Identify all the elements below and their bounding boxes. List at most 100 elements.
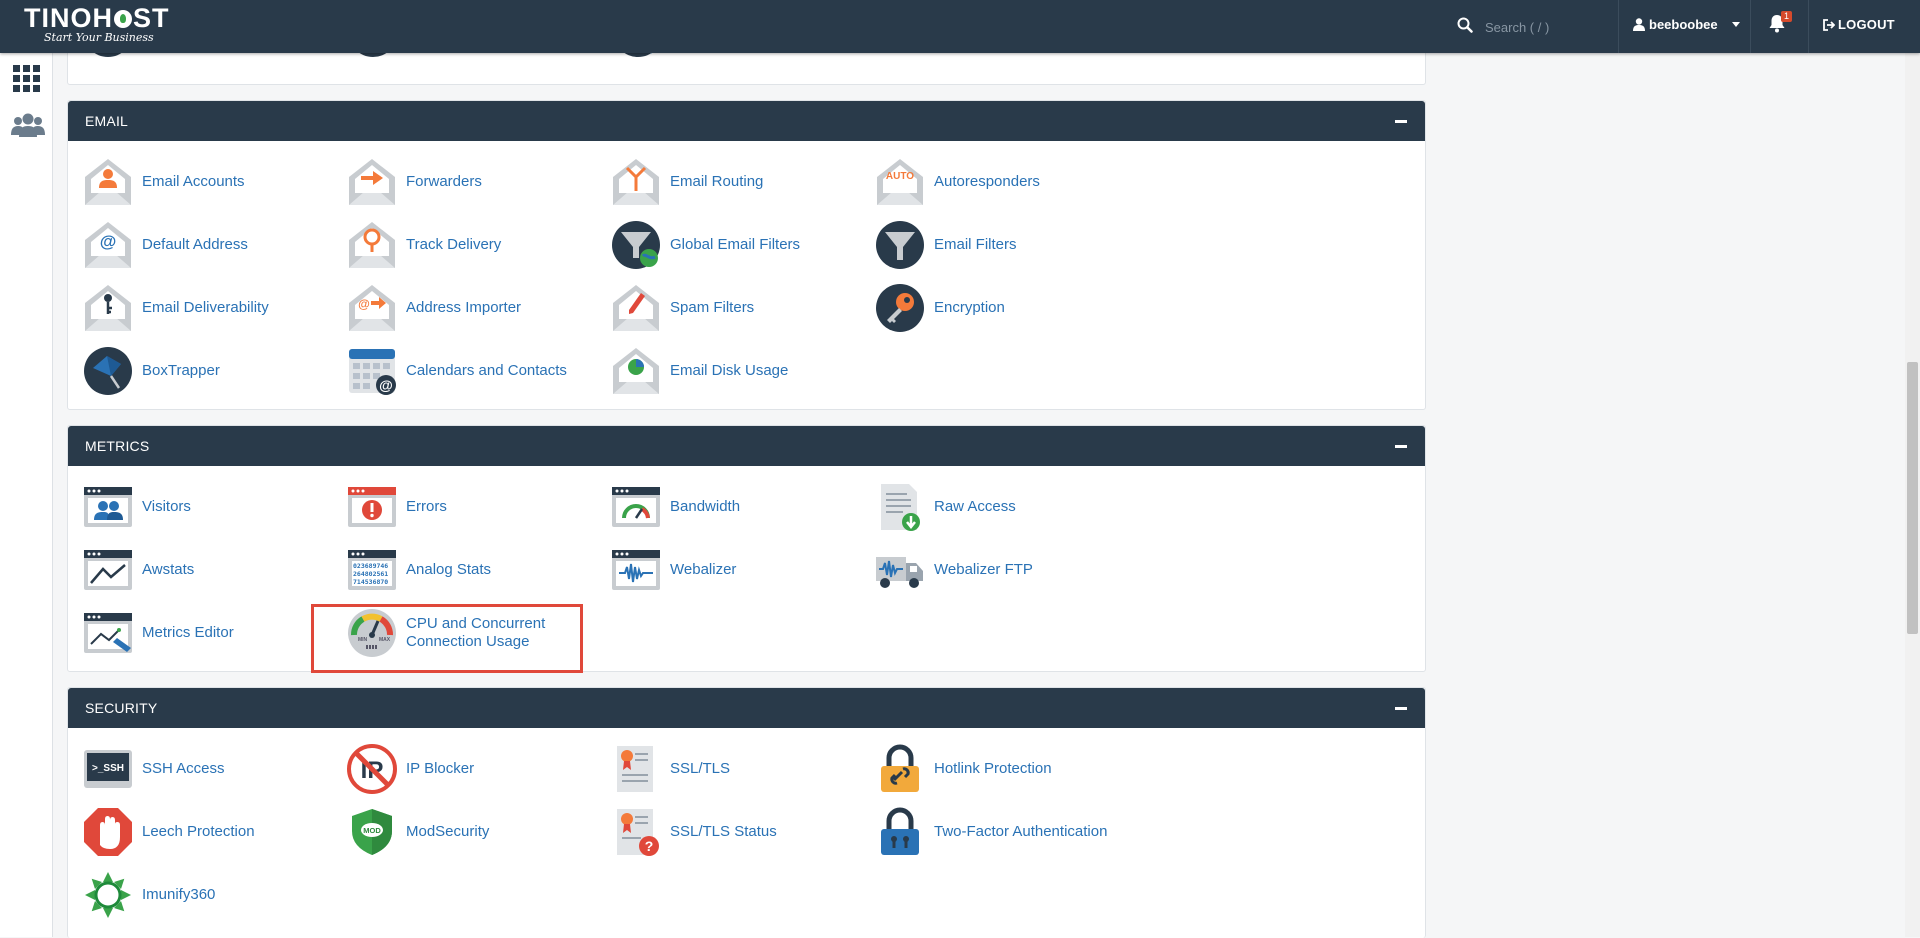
- hotlink-protection-link[interactable]: Hotlink Protection: [875, 744, 1135, 794]
- bandwidth-link[interactable]: Bandwidth: [611, 482, 871, 532]
- username: beeboobee: [1649, 17, 1718, 32]
- terminal-icon: >_SSH: [84, 750, 132, 788]
- two-factor-auth-link[interactable]: Two-Factor Authentication: [875, 807, 1135, 857]
- spam-filters-icon: [613, 285, 659, 331]
- ssl-tls-status-link[interactable]: ? SSL/TLS Status: [611, 807, 871, 857]
- ftp-truck-icon: [876, 557, 923, 588]
- forwarders-link[interactable]: Forwarders: [347, 157, 607, 207]
- collapse-icon[interactable]: [1395, 445, 1407, 448]
- errors-link[interactable]: Errors: [347, 482, 607, 532]
- user-icon: [1633, 18, 1645, 31]
- panel-title: METRICS: [85, 438, 150, 454]
- email-routing-link[interactable]: Email Routing: [611, 157, 871, 207]
- track-delivery-link[interactable]: Track Delivery: [347, 220, 607, 270]
- imunify360-link[interactable]: Imunify360: [83, 870, 343, 920]
- svg-text:>_SSH: >_SSH: [92, 763, 124, 774]
- leech-protection-link[interactable]: Leech Protection: [83, 807, 343, 857]
- webalizer-icon: [612, 550, 660, 590]
- svg-text:AUTO: AUTO: [886, 171, 914, 182]
- boxtrapper-link[interactable]: BoxTrapper: [83, 346, 343, 396]
- padlock-icon: [881, 807, 919, 855]
- raw-access-icon: [881, 484, 920, 531]
- address-importer-icon: @: [349, 285, 395, 331]
- bandwidth-icon: [612, 487, 660, 527]
- top-navbar: TINOHST Start Your Business beeboobee 1 …: [0, 0, 1920, 53]
- svg-text:023689746: 023689746: [353, 562, 388, 570]
- email-deliverability-icon: [85, 285, 131, 331]
- analog-stats-icon: 023689746264802561714536870: [348, 550, 396, 590]
- webalizer-ftp-link[interactable]: Webalizer FTP: [875, 545, 1135, 595]
- default-address-link[interactable]: @ Default Address: [83, 220, 343, 270]
- encryption-link[interactable]: Encryption: [875, 283, 1135, 333]
- visitors-link[interactable]: Visitors: [83, 482, 343, 532]
- analog-stats-link[interactable]: 023689746 264802561 714536870 Analog Stats: [347, 545, 607, 595]
- svg-text:@: @: [379, 377, 393, 393]
- user-menu[interactable]: beeboobee: [1633, 17, 1740, 32]
- svg-text:@: @: [358, 297, 370, 311]
- email-disk-usage-link[interactable]: Email Disk Usage: [611, 346, 871, 396]
- autoresponders-link[interactable]: AUTO Autoresponders: [875, 157, 1135, 207]
- track-delivery-icon: [349, 222, 395, 268]
- default-address-icon: @: [85, 222, 131, 268]
- spam-filters-link[interactable]: Spam Filters: [611, 283, 871, 333]
- awstats-icon: [84, 550, 132, 590]
- logo-tagline: Start Your Business: [44, 31, 154, 44]
- email-deliverability-link[interactable]: Email Deliverability: [83, 283, 343, 333]
- logo-wordmark: TINOH ST: [24, 3, 170, 33]
- awstats-link[interactable]: Awstats: [83, 545, 343, 595]
- logout-button[interactable]: LOGOUT: [1822, 17, 1895, 32]
- errors-icon: [348, 487, 396, 527]
- search-input[interactable]: [1483, 15, 1617, 39]
- email-routing-icon: [613, 159, 659, 205]
- search-icon: [1457, 17, 1473, 33]
- key-icon: [876, 284, 924, 332]
- address-importer-link[interactable]: @ Address Importer: [347, 283, 607, 333]
- svg-text:@: @: [100, 232, 117, 251]
- calendars-contacts-link[interactable]: @ Calendars and Contacts: [347, 346, 607, 396]
- global-filter-icon: [612, 221, 660, 269]
- notification-badge: 1: [1781, 11, 1793, 22]
- stop-hand-icon: [84, 808, 132, 856]
- email-accounts-icon: [85, 159, 131, 205]
- email-disk-usage-icon: [613, 348, 659, 394]
- grid-icon[interactable]: [12, 63, 42, 93]
- email-panel-header[interactable]: EMAIL: [68, 101, 1425, 141]
- security-panel-header[interactable]: SECURITY: [68, 688, 1425, 728]
- global-email-filters-link[interactable]: Global Email Filters: [611, 220, 871, 270]
- visitors-icon: [84, 487, 132, 527]
- logout-icon: [1823, 18, 1835, 31]
- panel-title: EMAIL: [85, 113, 129, 129]
- ip-blocker-link[interactable]: IP IP Blocker: [347, 744, 607, 794]
- padlock-link-icon: [881, 744, 919, 792]
- autoresponders-icon: AUTO: [877, 159, 923, 205]
- metrics-panel-header[interactable]: METRICS: [68, 426, 1425, 466]
- boxtrapper-icon: [84, 347, 132, 395]
- ip-blocker-icon: IP: [347, 744, 397, 794]
- imunify-icon: [85, 872, 131, 918]
- ssl-tls-link[interactable]: SSL/TLS: [611, 744, 871, 794]
- modsecurity-link[interactable]: MOD ModSecurity: [347, 807, 607, 857]
- raw-access-link[interactable]: Raw Access: [875, 482, 1135, 532]
- divider: [1808, 0, 1809, 53]
- search-box[interactable]: [1455, 15, 1617, 39]
- collapse-icon[interactable]: [1395, 120, 1407, 123]
- svg-text:MOD: MOD: [363, 826, 381, 835]
- calendar-icon: @: [349, 349, 396, 395]
- users-icon[interactable]: [10, 111, 46, 141]
- ssh-access-link[interactable]: >_SSH SSH Access: [83, 744, 343, 794]
- filter-icon: [876, 221, 924, 269]
- highlight-box: [311, 604, 583, 673]
- email-filters-link[interactable]: Email Filters: [875, 220, 1135, 270]
- svg-text:?: ?: [645, 838, 654, 854]
- collapse-icon[interactable]: [1395, 707, 1407, 710]
- scrollbar-thumb[interactable]: [1907, 362, 1918, 634]
- shield-icon: MOD: [352, 809, 392, 855]
- webalizer-link[interactable]: Webalizer: [611, 545, 871, 595]
- brand-logo[interactable]: TINOH ST Start Your Business: [24, 4, 170, 44]
- metrics-editor-link[interactable]: Metrics Editor: [83, 608, 343, 658]
- certificate-icon: [617, 746, 653, 792]
- divider: [1750, 0, 1751, 53]
- panel-title: SECURITY: [85, 700, 158, 716]
- email-accounts-link[interactable]: Email Accounts: [83, 157, 343, 207]
- divider: [1618, 0, 1619, 53]
